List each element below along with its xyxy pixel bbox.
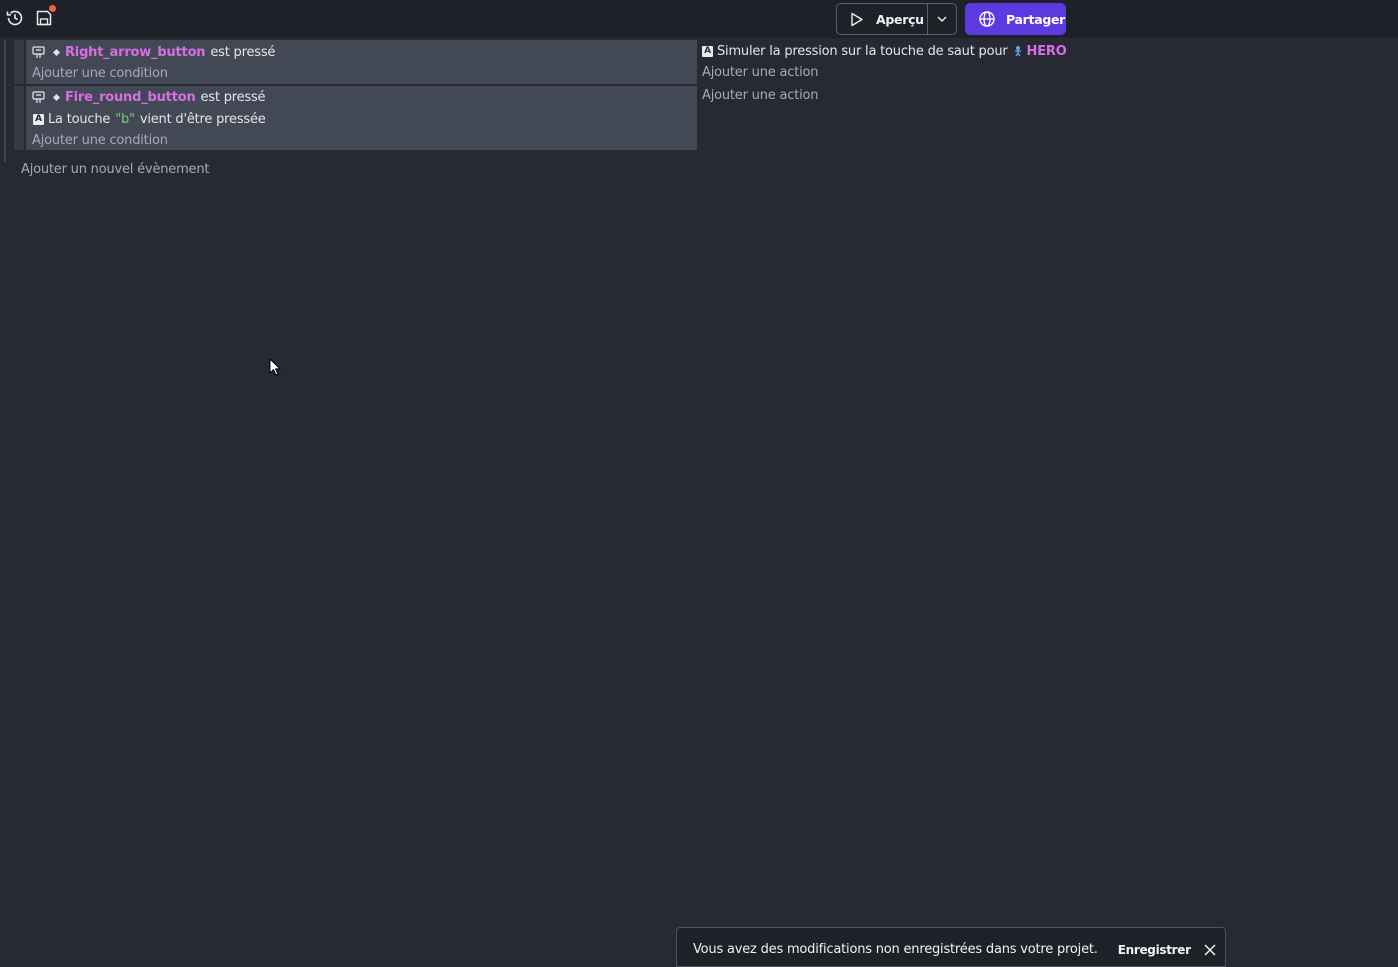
action-text: Simuler la pression sur la touche de sau… — [717, 43, 1008, 59]
condition-text-after: vient d'être pressée — [139, 111, 266, 127]
event-drag-handle[interactable] — [14, 40, 24, 84]
event-2-conditions[interactable]: Fire_round_button est pressé A La touche… — [26, 86, 697, 150]
play-icon — [851, 12, 863, 26]
condition-row[interactable]: A La touche "b" vient d'être pressée — [32, 109, 266, 129]
action-row[interactable]: A Simuler la pression sur la touche de s… — [702, 41, 1067, 61]
snackbar-save-button[interactable]: Enregistrer — [1118, 942, 1191, 957]
snackbar-message: Vous avez des modifications non enregist… — [693, 942, 1098, 957]
chevron-down-icon — [937, 16, 947, 22]
add-action-link[interactable]: Ajouter une action — [702, 88, 818, 103]
add-condition-link[interactable]: Ajouter une condition — [32, 133, 168, 148]
globe-icon — [979, 11, 995, 27]
preview-label: Aperçu — [876, 11, 924, 27]
share-button[interactable]: Partager — [965, 3, 1066, 35]
add-action-link[interactable]: Ajouter une action — [702, 65, 818, 80]
add-condition-row[interactable]: Ajouter une condition — [32, 130, 168, 150]
close-icon[interactable] — [1203, 943, 1217, 957]
add-action-row[interactable]: Ajouter une action — [702, 85, 818, 105]
object-icon — [52, 48, 61, 56]
unsaved-badge — [49, 5, 56, 12]
unsaved-changes-snackbar: Vous avez des modifications non enregist… — [676, 927, 1226, 967]
preview-button-group: Aperçu — [836, 3, 957, 35]
event-1-conditions[interactable]: Right_arrow_button est pressé Ajouter un… — [26, 40, 697, 84]
keyboard-icon: A — [33, 113, 44, 125]
condition-row[interactable]: Right_arrow_button est pressé — [32, 42, 275, 62]
action-object[interactable]: HERO — [1027, 44, 1067, 59]
condition-object[interactable]: Fire_round_button — [65, 90, 196, 105]
condition-text: est pressé — [200, 89, 266, 105]
touch-icon — [32, 45, 45, 59]
condition-object[interactable]: Right_arrow_button — [65, 45, 206, 60]
condition-key-value[interactable]: "b" — [115, 112, 135, 127]
preview-button[interactable]: Aperçu — [837, 4, 927, 34]
mouse-cursor-icon — [269, 358, 281, 376]
share-label: Partager — [1006, 11, 1066, 27]
event-drag-handle[interactable] — [14, 86, 24, 150]
object-icon — [52, 93, 61, 101]
toolbar: Aperçu Partager — [0, 0, 1398, 38]
history-icon[interactable] — [4, 7, 26, 29]
hero-sprite-icon — [1014, 46, 1021, 57]
save-icon[interactable] — [33, 5, 56, 29]
keyboard-icon: A — [702, 45, 713, 57]
condition-text: est pressé — [210, 44, 276, 60]
add-condition-link[interactable]: Ajouter une condition — [32, 66, 168, 81]
event-2[interactable]: Fire_round_button est pressé A La touche… — [14, 86, 697, 150]
event-sheet-gutter — [4, 40, 6, 162]
add-event-link[interactable]: Ajouter un nouvel évènement — [21, 162, 209, 177]
condition-row[interactable]: Fire_round_button est pressé — [32, 87, 266, 107]
add-event-row[interactable]: Ajouter un nouvel évènement — [21, 159, 209, 179]
condition-text-before: La touche — [48, 111, 111, 127]
event-1[interactable]: Right_arrow_button est pressé Ajouter un… — [14, 40, 697, 84]
preview-options-button[interactable] — [927, 4, 956, 34]
add-action-row[interactable]: Ajouter une action — [702, 62, 818, 82]
add-condition-row[interactable]: Ajouter une condition — [32, 63, 168, 83]
touch-icon — [32, 90, 45, 104]
